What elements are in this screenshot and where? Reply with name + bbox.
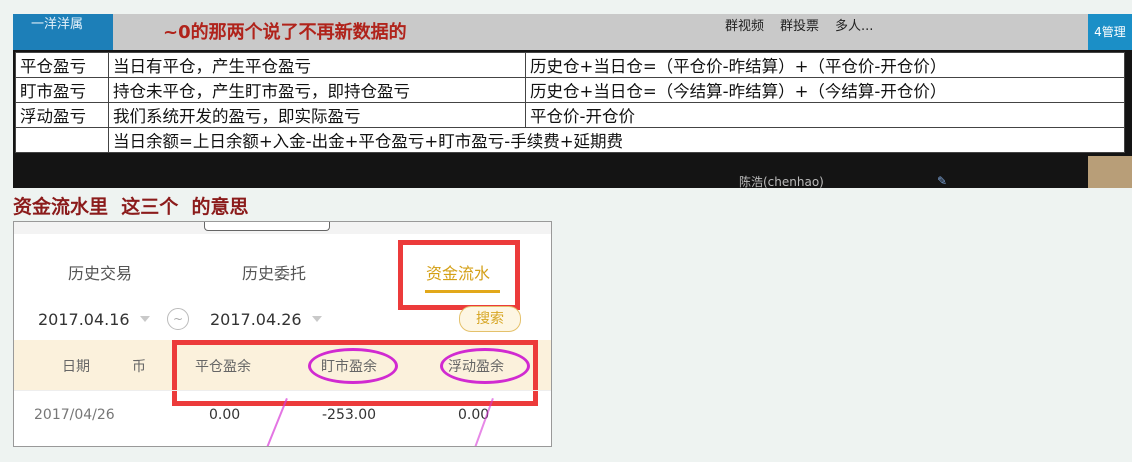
menu-item-more[interactable]: 多人...	[835, 15, 873, 34]
row-date: 2017/04/26	[34, 407, 115, 423]
menu-item-vote[interactable]: 群投票	[780, 15, 819, 34]
app-screenshot: 历史交易 历史委托 资金流水 2017.04.16 ~ 2017.04.26 搜…	[13, 221, 552, 447]
background-admin-label: 4管理	[1088, 14, 1132, 50]
row-mtm-pnl: -253.00	[322, 407, 377, 423]
edit-icon[interactable]: ✎	[937, 174, 947, 188]
table-row: 平仓盈亏 当日有平仓，产生平仓盈亏 历史仓+当日仓=（平仓价-昨结算）+（平仓价…	[15, 52, 1125, 78]
term-cell: 浮动盈亏	[15, 102, 109, 128]
background-avatar	[1088, 156, 1132, 188]
term-cell: 平仓盈亏	[15, 52, 109, 78]
caption-text: 资金流水里 这三个 的意思	[13, 196, 249, 218]
tab-highlight-box	[398, 240, 520, 310]
background-chat-title: ~0的那两个说了不再新数据的	[163, 22, 407, 43]
formula-screenshot: 一洋洋属 ~0的那两个说了不再新数据的 群视频 群投票 多人... 4管理 陈浩…	[13, 14, 1132, 188]
formula-cell: 历史仓+当日仓=（平仓价-昨结算）+（平仓价-开仓价）	[525, 52, 1125, 78]
formula-cell: 平仓价-开仓价	[525, 102, 1125, 128]
date-to[interactable]: 2017.04.26	[210, 310, 302, 329]
term-cell	[15, 127, 109, 153]
search-button[interactable]: 搜索	[459, 306, 521, 332]
pnl-definition-table: 平仓盈亏 当日有平仓，产生平仓盈亏 历史仓+当日仓=（平仓价-昨结算）+（平仓价…	[15, 52, 1125, 153]
meaning-cell: 当日有平仓，产生平仓盈亏	[108, 52, 526, 78]
meaning-cell: 我们系统开发的盈亏，即实际盈亏	[108, 102, 526, 128]
tab-history-orders[interactable]: 历史委托	[242, 260, 306, 284]
dropdown-arrow-icon[interactable]	[140, 316, 150, 322]
column-date: 日期	[62, 359, 90, 375]
background-user-entry: 陈浩(chenhao)	[739, 175, 824, 188]
column-currency: 币	[132, 359, 146, 375]
background-tab: 一洋洋属	[13, 14, 113, 50]
segment-control[interactable]	[204, 222, 330, 231]
table-row: 浮动盈亏 我们系统开发的盈亏，即实际盈亏 平仓价-开仓价	[15, 102, 1125, 128]
background-menu: 群视频 群投票 多人...	[725, 15, 873, 34]
date-from[interactable]: 2017.04.16	[38, 310, 130, 329]
row-close-pnl: 0.00	[209, 407, 241, 423]
meaning-cell: 持仓未平仓，产生盯市盈亏，即持仓盈亏	[108, 77, 526, 103]
table-row: 当日余额=上日余额+入金-出金+平仓盈亏+盯市盈亏-手续费+延期费	[15, 127, 1125, 153]
mtm-highlight-ellipse	[308, 348, 398, 384]
menu-item-video[interactable]: 群视频	[725, 15, 764, 34]
term-cell: 盯市盈亏	[15, 77, 109, 103]
range-separator-icon: ~	[167, 308, 189, 330]
table-row: 盯市盈亏 持仓未平仓，产生盯市盈亏，即持仓盈亏 历史仓+当日仓=（今结算-昨结算…	[15, 77, 1125, 103]
dropdown-arrow-icon[interactable]	[312, 316, 322, 322]
float-highlight-ellipse	[440, 348, 530, 384]
formula-cell: 历史仓+当日仓=（今结算-昨结算）+（今结算-开仓价）	[525, 77, 1125, 103]
tab-history-trades[interactable]: 历史交易	[68, 260, 132, 284]
divider	[14, 390, 551, 391]
balance-formula-cell: 当日余额=上日余额+入金-出金+平仓盈亏+盯市盈亏-手续费+延期费	[108, 127, 1125, 153]
